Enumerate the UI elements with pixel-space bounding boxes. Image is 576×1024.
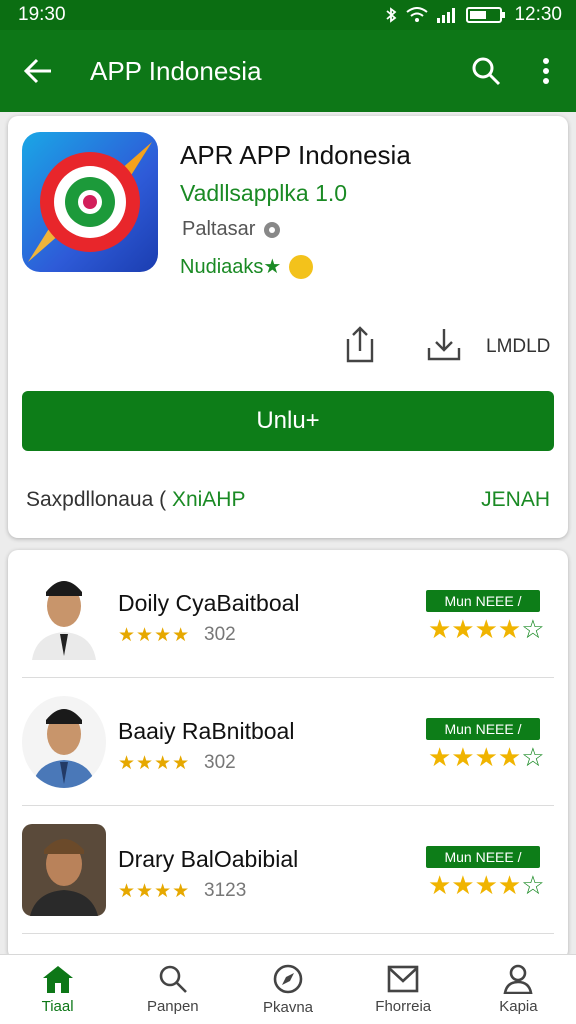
more-vert-icon	[543, 58, 549, 84]
award-icon	[289, 254, 314, 279]
avatar	[22, 568, 106, 660]
app-name: APR APP Indonesia	[180, 140, 411, 170]
status-time: 19:30	[18, 4, 66, 25]
download-icon	[427, 329, 461, 361]
app-category: Nudiaaks★	[180, 254, 314, 279]
nav-label: Kapia	[499, 998, 538, 1015]
app-logo	[22, 132, 158, 272]
app-detail-card: APR APP Indonesia Vadllsapplka 1.0 Palta…	[8, 116, 568, 538]
list-item[interactable]: Baaiy RaBnitboal ★★★★ 302 Mun NEEE / ★★★…	[8, 678, 568, 806]
search-icon	[472, 57, 501, 86]
bluetooth-icon	[386, 7, 397, 23]
mail-icon	[387, 965, 419, 993]
install-button[interactable]: Unlu+	[22, 391, 554, 451]
rating-stars: ★★★★	[118, 881, 191, 902]
list-item[interactable]: Doily CyaBaitboal ★★★★ 302 Mun NEEE / ★★…	[8, 550, 568, 678]
compass-icon	[273, 964, 303, 994]
nav-label: Panpen	[146, 998, 199, 1015]
back-button[interactable]	[0, 30, 76, 112]
search-button[interactable]	[456, 30, 516, 112]
rating-count: 302	[204, 752, 236, 773]
app-logo-icon	[22, 132, 158, 272]
nav-label: Fhorreia	[375, 998, 432, 1015]
app-developer[interactable]: Paltasar	[182, 218, 283, 241]
size-label: LMDLD	[486, 336, 551, 357]
download-button[interactable]	[422, 322, 466, 366]
card-footer-left: Saxpdllonaua ( XniAHP	[26, 488, 245, 512]
star-outline-icon: ☆	[521, 870, 545, 900]
more-options-button[interactable]	[516, 30, 576, 112]
person-icon	[503, 964, 533, 994]
divider	[22, 933, 554, 934]
app-version: Vadllsapplka 1.0	[180, 180, 348, 206]
reviewer-name: Baaiy RaBnitboal	[118, 718, 295, 744]
page-title: APP Indonesia	[90, 55, 262, 86]
home-icon	[42, 966, 73, 993]
category-label: Nudiaaks★	[180, 256, 282, 278]
rating-count: 3123	[204, 880, 247, 901]
bottom-nav: Tiaal Panpen Pkavna Fhorreia Kapia	[0, 954, 576, 1024]
big-rating-stars: ★★★★☆	[428, 614, 545, 644]
signal-icon	[437, 8, 456, 23]
status-bar: 19:30 12:30	[0, 0, 576, 30]
star-outline-icon: ☆	[521, 742, 545, 772]
big-rating-stars: ★★★★☆	[428, 870, 545, 900]
rating-stars: ★★★★	[118, 753, 191, 774]
status-badge: Mun NEEE /	[426, 718, 540, 740]
footer-right-link[interactable]: JENAH	[481, 488, 550, 512]
reviewer-name: Doily CyaBaitboal	[118, 590, 300, 616]
big-rating-stars: ★★★★☆	[428, 742, 545, 772]
nav-item-profile[interactable]: Kapia	[461, 955, 576, 1024]
app-bar: APP Indonesia	[0, 30, 576, 112]
arrow-left-icon	[23, 58, 51, 84]
status-badge: Mun NEEE /	[426, 590, 540, 612]
search-icon	[159, 965, 187, 993]
share-button[interactable]	[338, 322, 382, 366]
footer-left-accent[interactable]: XniAHP	[172, 488, 246, 511]
nav-label: Tiaal	[41, 998, 74, 1015]
list-item[interactable]: Drary BalOabibial ★★★★ 3123 Mun NEEE / ★…	[8, 806, 568, 934]
status-clock: 12:30	[514, 4, 562, 25]
share-icon	[346, 326, 374, 363]
developer-name: Paltasar	[182, 218, 256, 240]
rating-stars: ★★★★	[118, 625, 191, 646]
nav-label: Pkavna	[262, 999, 314, 1016]
nav-item-home[interactable]: Tiaal	[0, 955, 115, 1024]
avatar	[22, 824, 106, 916]
gear-icon	[264, 221, 281, 238]
nav-item-explore[interactable]: Pkavna	[230, 955, 345, 1024]
rating-count: 302	[204, 624, 236, 645]
status-icons: 12:30	[384, 4, 562, 26]
wifi-icon	[406, 7, 429, 22]
battery-icon	[466, 7, 506, 23]
nav-item-search[interactable]: Panpen	[115, 955, 230, 1024]
footer-left-text: Saxpdllonaua (	[26, 488, 167, 511]
nav-item-messages[interactable]: Fhorreia	[346, 955, 461, 1024]
avatar	[22, 696, 106, 788]
status-badge: Mun NEEE /	[426, 846, 540, 868]
star-outline-icon: ☆	[521, 614, 545, 644]
reviews-card: Doily CyaBaitboal ★★★★ 302 Mun NEEE / ★★…	[8, 550, 568, 960]
reviewer-name: Drary BalOabibial	[118, 846, 299, 872]
